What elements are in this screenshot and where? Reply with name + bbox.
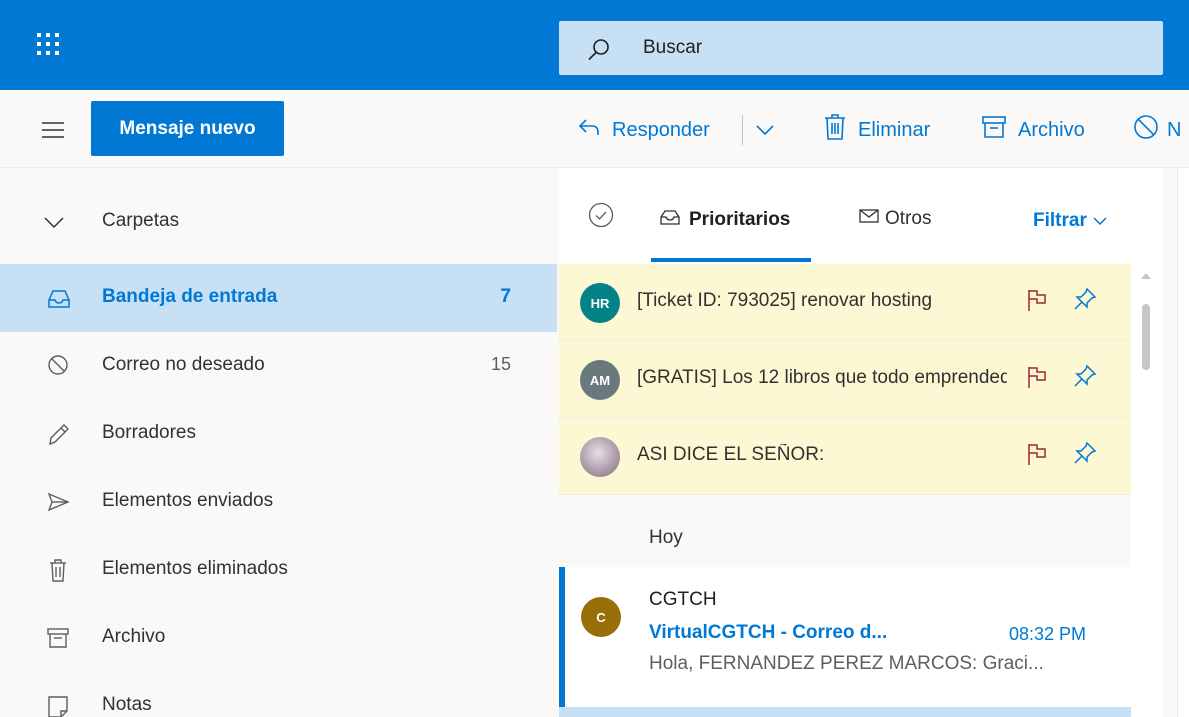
search-box[interactable]	[559, 21, 1163, 75]
scroll-up-arrow-icon[interactable]	[1141, 266, 1151, 284]
group-header-today: Hoy	[559, 495, 1131, 567]
message-list-scrollbar[interactable]	[1131, 264, 1161, 717]
pin-icon[interactable]	[1073, 364, 1097, 393]
hamburger-menu-icon[interactable]	[42, 122, 64, 143]
active-tab-indicator	[651, 258, 811, 262]
trash-icon	[46, 558, 72, 584]
filter-button[interactable]: Filtrar	[1033, 210, 1107, 232]
search-input[interactable]	[643, 21, 1143, 75]
folder-pane: Carpetas Bandeja de entrada 7 Correo no …	[0, 168, 557, 717]
folder-sent[interactable]: Elementos enviados	[0, 468, 557, 536]
message-subject: [Ticket ID: 793025] renovar hosting	[637, 290, 933, 311]
folder-inbox[interactable]: Bandeja de entrada 7	[0, 264, 557, 332]
app-launcher-icon[interactable]	[36, 32, 60, 56]
archive-icon	[982, 116, 1006, 144]
chevron-down-icon	[1093, 210, 1107, 232]
delete-button[interactable]: Eliminar	[824, 114, 930, 146]
message-time: 08:32 PM	[1009, 624, 1087, 644]
tab-focused[interactable]: Prioritarios	[659, 208, 790, 232]
message-subject: ASI DICE EL SEÑOR:	[637, 444, 825, 465]
folder-drafts[interactable]: Borradores	[0, 400, 557, 468]
inbox-icon	[46, 286, 72, 312]
archive-button[interactable]: Archivo	[982, 114, 1085, 146]
folder-junk[interactable]: Correo no deseado 15	[0, 332, 557, 400]
pinned-message-row[interactable]: AM [GRATIS] Los 12 libros que todo empre…	[559, 341, 1131, 418]
reading-pane-card	[1177, 168, 1189, 717]
note-icon	[46, 694, 72, 717]
message-list: Prioritarios Otros Filtrar HR [Ticket ID…	[559, 168, 1163, 717]
folder-deleted[interactable]: Elementos eliminados	[0, 536, 557, 604]
reply-button[interactable]: Responder	[578, 114, 710, 146]
folders-header[interactable]: Carpetas	[0, 192, 557, 256]
folder-archive[interactable]: Archivo	[0, 604, 557, 672]
folder-notes[interactable]: Notas	[0, 672, 557, 717]
focused-inbox-icon	[659, 208, 681, 232]
pinned-message-row[interactable]: HR [Ticket ID: 793025] renovar hosting	[559, 264, 1131, 341]
flag-icon[interactable]	[1027, 365, 1047, 394]
tab-other[interactable]: Otros	[859, 208, 931, 230]
trash-icon	[824, 114, 846, 146]
inbox-tabs: Prioritarios Otros Filtrar	[559, 168, 1134, 264]
message-subject: [GRATIS] Los 12 libros que todo emprende…	[637, 367, 1007, 388]
junk-button[interactable]: N	[1133, 114, 1181, 146]
reply-icon	[578, 117, 600, 143]
message-row[interactable]: C CGTCH VirtualCGTCH - Correo d... 08:32…	[559, 567, 1131, 707]
search-icon	[587, 38, 611, 67]
flag-icon[interactable]	[1027, 442, 1047, 471]
chevron-down-icon	[756, 119, 774, 142]
flag-icon[interactable]	[1027, 288, 1047, 317]
pinned-message-row[interactable]: ASI DICE EL SEÑOR:	[559, 418, 1131, 495]
avatar	[580, 437, 620, 477]
pin-icon[interactable]	[1073, 441, 1097, 470]
toolbar-separator	[742, 115, 743, 145]
reading-pane	[1163, 168, 1189, 717]
new-message-button[interactable]: Mensaje nuevo	[91, 101, 284, 156]
message-preview: Hola, FERNANDEZ PEREZ MARCOS: Graci...	[649, 653, 1044, 674]
pencil-icon	[46, 422, 72, 448]
selected-message-row[interactable]	[559, 707, 1131, 717]
send-icon	[46, 490, 72, 516]
avatar: HR	[580, 283, 620, 323]
chevron-down-icon	[44, 216, 64, 234]
junk-icon	[46, 354, 72, 380]
block-icon	[1133, 114, 1159, 146]
avatar: C	[581, 597, 621, 637]
archive-icon	[46, 626, 72, 652]
pin-icon[interactable]	[1073, 287, 1097, 316]
message-subject: VirtualCGTCH - Correo d...	[649, 622, 888, 643]
reply-options-dropdown[interactable]	[756, 114, 774, 146]
avatar: AM	[580, 360, 620, 400]
scrollbar-thumb[interactable]	[1142, 304, 1150, 370]
mail-icon	[859, 208, 881, 230]
select-all-checkbox-icon[interactable]	[588, 202, 614, 233]
top-bar	[0, 0, 1189, 90]
message-sender: CGTCH	[649, 589, 717, 610]
